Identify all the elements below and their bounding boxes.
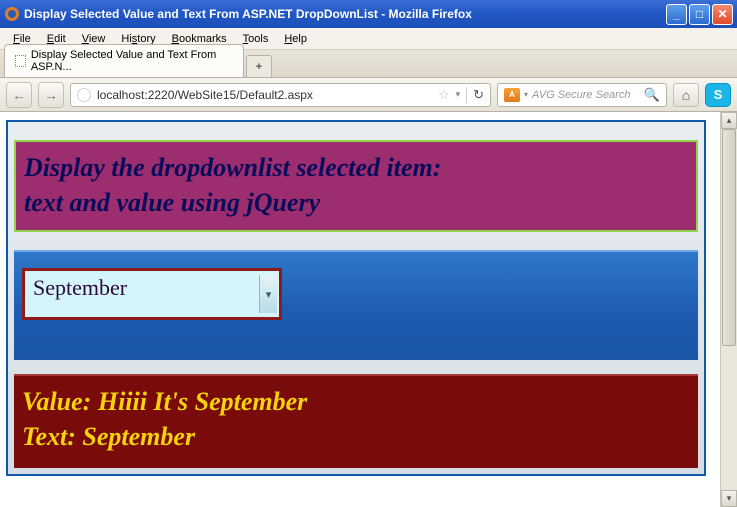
search-engine-dropdown-icon[interactable]: ▾ xyxy=(524,90,528,99)
scroll-up-button[interactable]: ▴ xyxy=(721,112,737,129)
navbar: ← → localhost:2220/WebSite15/Default2.as… xyxy=(0,78,737,112)
reload-button[interactable]: ↻ xyxy=(473,87,484,103)
result-text-line: Text: September xyxy=(22,419,690,454)
heading-panel: Display the dropdownlist selected item: … xyxy=(14,140,698,232)
minimize-button[interactable]: _ xyxy=(666,4,687,25)
month-dropdown[interactable]: September ▾ xyxy=(22,268,282,320)
page-container: Display the dropdownlist selected item: … xyxy=(6,120,706,476)
home-icon: ⌂ xyxy=(682,87,690,103)
home-button[interactable]: ⌂ xyxy=(673,83,699,107)
search-placeholder: AVG Secure Search xyxy=(532,89,640,101)
result-value-line: Value: Hiiii It's September xyxy=(22,384,690,419)
form-panel: September ▾ xyxy=(14,250,698,360)
scroll-track[interactable] xyxy=(721,129,737,490)
dropdown-selected-text: September xyxy=(33,275,259,301)
skype-icon: S xyxy=(714,87,723,102)
back-button[interactable]: ← xyxy=(6,82,32,108)
url-text: localhost:2220/WebSite15/Default2.aspx xyxy=(97,88,432,102)
page-icon xyxy=(15,55,26,67)
tab-label: Display Selected Value and Text From ASP… xyxy=(31,49,233,73)
firefox-icon xyxy=(4,6,20,22)
heading-line-1: Display the dropdownlist selected item: xyxy=(24,150,688,185)
dropdown-caret-icon[interactable]: ▾ xyxy=(456,89,461,100)
site-icon xyxy=(77,88,91,102)
scroll-thumb[interactable] xyxy=(722,129,736,346)
skype-button[interactable]: S xyxy=(705,83,731,107)
bookmark-star-icon[interactable]: ☆ xyxy=(438,87,450,103)
address-bar[interactable]: localhost:2220/WebSite15/Default2.aspx ☆… xyxy=(70,83,491,107)
vertical-scrollbar[interactable]: ▴ ▾ xyxy=(720,112,737,507)
search-icon[interactable]: 🔍 xyxy=(644,87,660,103)
heading-line-2: text and value using jQuery xyxy=(24,185,688,220)
close-button[interactable]: ✕ xyxy=(712,4,733,25)
avg-logo-icon: A xyxy=(504,88,520,102)
chevron-down-icon[interactable]: ▾ xyxy=(259,275,277,313)
forward-button[interactable]: → xyxy=(38,82,64,108)
search-box[interactable]: A ▾ AVG Secure Search 🔍 xyxy=(497,83,667,107)
menu-help[interactable]: Help xyxy=(277,31,314,47)
tab-active[interactable]: Display Selected Value and Text From ASP… xyxy=(4,44,244,77)
scroll-down-button[interactable]: ▾ xyxy=(721,490,737,507)
window-titlebar: Display Selected Value and Text From ASP… xyxy=(0,0,737,28)
page-body: Display the dropdownlist selected item: … xyxy=(0,112,720,507)
tabbar: Display Selected Value and Text From ASP… xyxy=(0,50,737,78)
new-tab-button[interactable]: + xyxy=(246,55,272,77)
maximize-button[interactable]: □ xyxy=(689,4,710,25)
viewport: Display the dropdownlist selected item: … xyxy=(0,112,737,507)
window-title: Display Selected Value and Text From ASP… xyxy=(24,7,666,21)
separator xyxy=(466,87,467,103)
result-panel: Value: Hiiii It's September Text: Septem… xyxy=(14,374,698,468)
